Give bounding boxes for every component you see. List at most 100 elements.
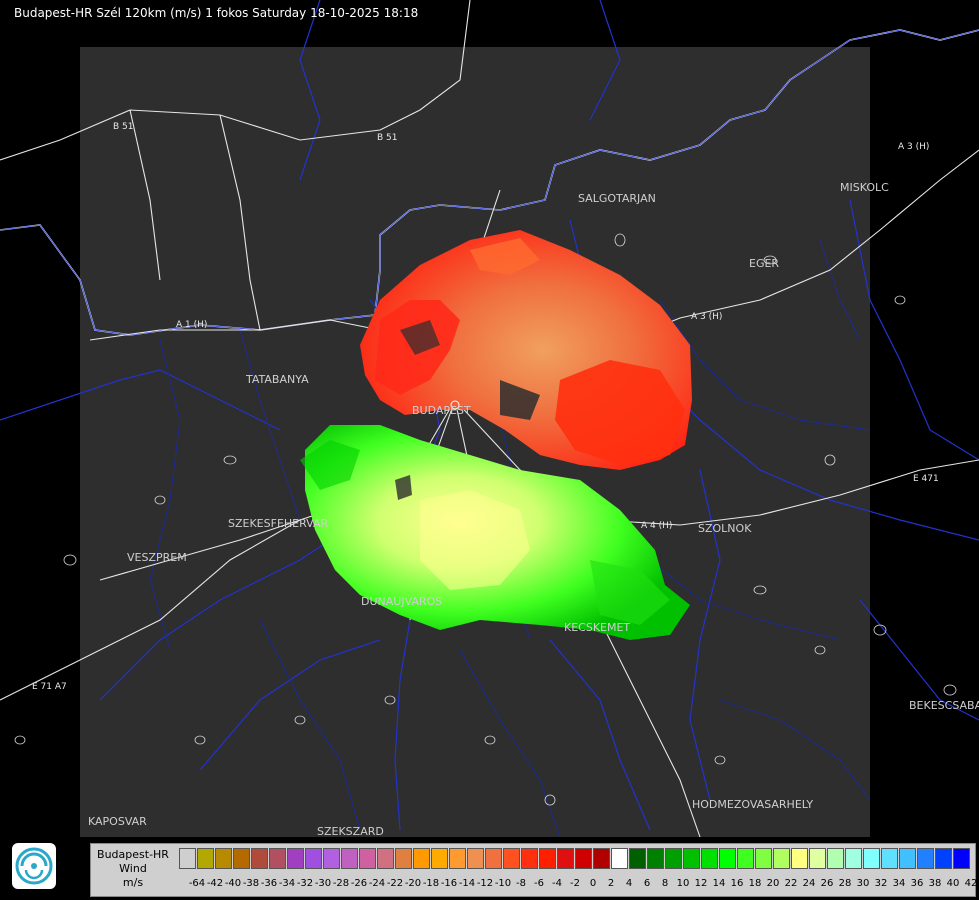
city-label-eger: EGER <box>749 257 780 270</box>
city-label-kaposvar: KAPOSVAR <box>88 815 147 828</box>
city-label-miskolc: MISKOLC <box>840 181 889 194</box>
city-label-dunaujvaros: DUNAUJVAROS <box>361 595 443 608</box>
legend-title: Budapest-HR Wind m/s <box>91 848 175 890</box>
road-label-b51-east: B 51 <box>377 133 398 143</box>
legend-tick-label: -32 <box>296 878 314 889</box>
legend-tick-label: 10 <box>676 878 690 889</box>
legend-tick-label: 22 <box>784 878 798 889</box>
legend-tick-label: 14 <box>712 878 726 889</box>
city-label-szolnok: SZOLNOK <box>698 522 752 535</box>
legend-tick-label: 34 <box>892 878 906 889</box>
legend-tick-label: -42 <box>206 878 224 889</box>
legend-swatch <box>305 848 322 869</box>
legend-tick-label: 28 <box>838 878 852 889</box>
map-title: Budapest-HR Szél 120km (m/s) 1 fokos Sat… <box>14 6 419 20</box>
city-label-budapest: BUDAPEST <box>412 404 471 417</box>
legend-swatch <box>791 848 808 869</box>
legend-swatch <box>899 848 916 869</box>
legend-tick-label: -18 <box>422 878 440 889</box>
legend-tick-label: 38 <box>928 878 942 889</box>
legend-swatch <box>449 848 466 869</box>
legend-tick-label: -22 <box>386 878 404 889</box>
legend-swatch <box>593 848 610 869</box>
road-label-a3-north: A 3 (H) <box>898 142 930 152</box>
legend-tick-label: -64 <box>188 878 206 889</box>
legend-swatch <box>323 848 340 869</box>
legend-swatch <box>233 848 250 869</box>
legend-swatch <box>269 848 286 869</box>
city-label-bekescsaba: BEKESCSABA <box>909 699 979 712</box>
legend-swatch <box>197 848 214 869</box>
legend-tick-label: 18 <box>748 878 762 889</box>
city-label-salgotarjan: SALGOTARJAN <box>578 192 656 205</box>
legend-swatch <box>485 848 502 869</box>
legend-swatch <box>773 848 790 869</box>
legend-tick-label: -6 <box>534 878 544 889</box>
road-label-a1: A 1 (H) <box>176 320 208 330</box>
legend-tick-label: -2 <box>570 878 580 889</box>
legend-tick-label: -30 <box>314 878 332 889</box>
road-label-e71: E 71 A7 <box>32 682 67 692</box>
legend-swatch <box>809 848 826 869</box>
legend-swatch <box>359 848 376 869</box>
legend-swatch <box>647 848 664 869</box>
road-label-b51-west: B 51 <box>113 122 134 132</box>
legend-swatch <box>413 848 430 869</box>
color-legend: Budapest-HR Wind m/s -64 -42 -40 -38 -36 -34-… <box>90 843 978 897</box>
road-label-a4: A 4 (H) <box>641 521 673 531</box>
legend-swatch <box>755 848 772 869</box>
road-label-a3-south: A 3 (H) <box>691 312 723 322</box>
legend-tick-label: -20 <box>404 878 422 889</box>
legend-swatch <box>629 848 646 869</box>
legend-swatch <box>701 848 718 869</box>
swirl-logo-icon <box>15 847 53 885</box>
legend-swatch <box>215 848 232 869</box>
legend-swatch <box>827 848 844 869</box>
legend-tick-label: -8 <box>516 878 526 889</box>
legend-swatch <box>557 848 574 869</box>
legend-tick-label: -34 <box>278 878 296 889</box>
legend-tick-label: 4 <box>625 878 633 889</box>
road-label-e471: E 471 <box>913 474 939 484</box>
city-label-szekszard: SZEKSZARD <box>317 825 384 838</box>
legend-tick-label: -4 <box>552 878 562 889</box>
legend-swatch <box>251 848 268 869</box>
city-label-hodmezovasarhely: HODMEZOVASARHELY <box>692 798 814 811</box>
legend-tick-label: 36 <box>910 878 924 889</box>
legend-swatch <box>179 848 196 869</box>
legend-swatch <box>521 848 538 869</box>
logo <box>12 843 56 889</box>
city-label-veszprem: VESZPREM <box>127 551 187 564</box>
legend-tick-label: 40 <box>946 878 960 889</box>
legend-tick-label: -14 <box>458 878 476 889</box>
legend-swatch <box>611 848 628 869</box>
legend-unit: m/s <box>122 876 144 889</box>
legend-swatch <box>431 848 448 869</box>
legend-tick-label: 24 <box>802 878 816 889</box>
legend-quantity: Wind <box>119 862 147 875</box>
legend-swatch <box>917 848 934 869</box>
legend-swatch <box>377 848 394 869</box>
legend-swatch <box>737 848 754 869</box>
coverage-area <box>80 47 870 837</box>
legend-tick-label: 32 <box>874 878 888 889</box>
legend-tick-label: 0 <box>589 878 597 889</box>
legend-tick-label: -10 <box>494 878 512 889</box>
legend-tick-label: -38 <box>242 878 260 889</box>
legend-swatch <box>575 848 592 869</box>
legend-swatch <box>935 848 952 869</box>
legend-swatch <box>863 848 880 869</box>
legend-tick-label: -40 <box>224 878 242 889</box>
legend-swatch <box>719 848 736 869</box>
legend-tick-label: 42 <box>964 878 978 889</box>
legend-swatch <box>341 848 358 869</box>
legend-tick-label: -28 <box>332 878 350 889</box>
legend-swatch <box>665 848 682 869</box>
legend-swatch <box>395 848 412 869</box>
legend-swatch <box>683 848 700 869</box>
legend-swatch <box>845 848 862 869</box>
legend-swatch <box>287 848 304 869</box>
legend-tick-label: 20 <box>766 878 780 889</box>
legend-tick-label: -24 <box>368 878 386 889</box>
legend-tick-label: 6 <box>643 878 651 889</box>
